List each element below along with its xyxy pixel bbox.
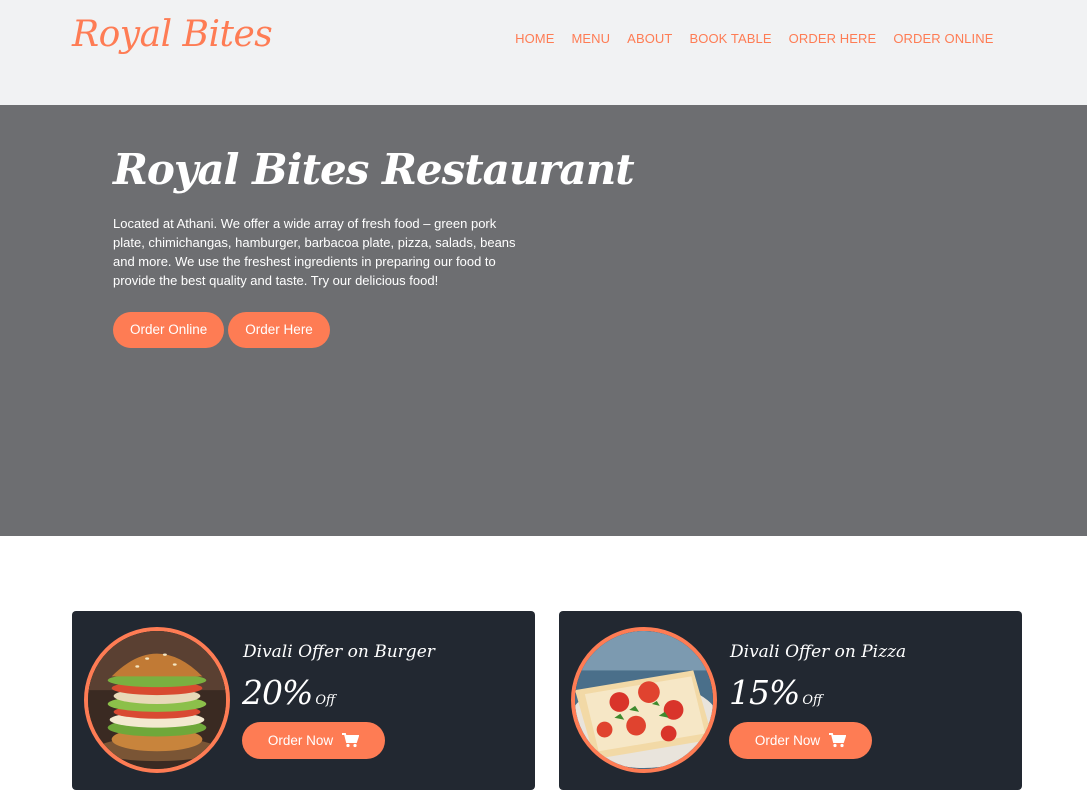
nav-book-table[interactable]: BOOK TABLE [681, 31, 780, 46]
percent-off-label: Off [802, 693, 823, 708]
order-here-button[interactable]: Order Here [228, 312, 330, 348]
nav-order-here[interactable]: ORDER HERE [780, 31, 885, 46]
order-now-label: Order Now [754, 733, 821, 748]
order-online-button[interactable]: Order Online [113, 312, 225, 348]
burger-image [84, 627, 230, 773]
percent-off-label: Off [315, 693, 336, 708]
nav-order-online[interactable]: ORDER ONLINE [885, 31, 1002, 46]
offer-percent-burger: 20% Off [242, 673, 335, 712]
order-now-button-pizza[interactable]: Order Now [729, 722, 872, 759]
pizza-illustration [575, 631, 713, 769]
hero-section: Royal Bites Restaurant Located at Athani… [0, 105, 1087, 536]
offer-percent-pizza: 15% Off [729, 673, 822, 712]
pizza-image [571, 627, 717, 773]
site-logo[interactable]: Royal Bites [72, 14, 273, 55]
order-now-label: Order Now [267, 733, 334, 748]
nav-menu[interactable]: MENU [563, 31, 619, 46]
offer-card-burger: Divali Offer on Burger 20% Off Order Now [72, 611, 535, 790]
site-header: Royal Bites HOME MENU ABOUT BOOK TABLE O… [0, 0, 1087, 105]
hero-title: Royal Bites Restaurant [113, 145, 635, 194]
percent-value: 15% [729, 673, 800, 712]
cart-icon [342, 733, 360, 748]
main-nav: HOME MENU ABOUT BOOK TABLE ORDER HERE OR… [507, 31, 1002, 46]
nav-about[interactable]: ABOUT [619, 31, 681, 46]
order-now-button-burger[interactable]: Order Now [242, 722, 385, 759]
nav-home[interactable]: HOME [507, 31, 563, 46]
cart-icon [829, 733, 847, 748]
percent-value: 20% [242, 673, 313, 712]
burger-illustration [88, 631, 226, 769]
hero-buttons: Order Online Order Here [113, 312, 330, 348]
offer-card-pizza: Divali Offer on Pizza 15% Off Order Now [559, 611, 1022, 790]
hero-description: Located at Athani. We offer a wide array… [113, 216, 516, 288]
offer-title-pizza: Divali Offer on Pizza [730, 642, 907, 662]
offer-title-burger: Divali Offer on Burger [243, 642, 435, 662]
